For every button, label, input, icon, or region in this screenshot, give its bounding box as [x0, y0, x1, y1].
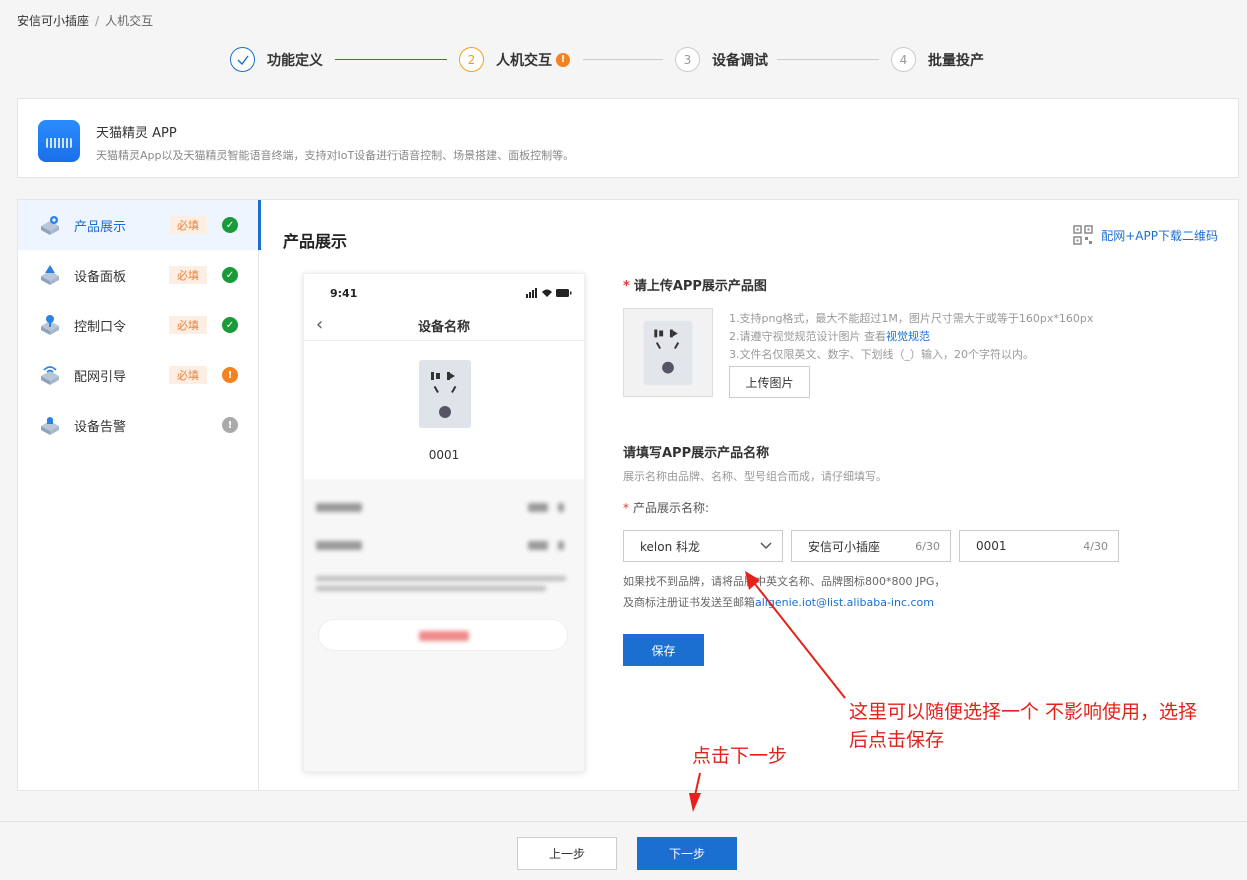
- upload-hint-3: 3.文件名仅限英文、数字、下划线（_）输入，20个字符以内。: [729, 348, 1034, 361]
- sidebar-item-network-guide[interactable]: 配网引导 必填 !: [18, 350, 259, 400]
- step-device-debug[interactable]: 3 设备调试: [675, 47, 768, 72]
- complete-check-icon: ✓: [222, 267, 238, 283]
- save-button[interactable]: 保存: [623, 634, 704, 666]
- phone-preview: 9:41 ‹ 设备名称 0001: [303, 273, 585, 772]
- phone-status-icons: [526, 288, 572, 298]
- blurred-row: [316, 503, 571, 517]
- qr-code-icon: [1073, 225, 1093, 245]
- complete-check-icon: ✓: [222, 217, 238, 233]
- socket-image-icon: [643, 320, 693, 386]
- device-panel-icon: [41, 265, 59, 285]
- sidebar-item-label: 配网引导: [74, 369, 127, 385]
- blurred-row: [316, 541, 571, 555]
- socket-preview-icon: [419, 360, 471, 428]
- chevron-down-icon: [760, 542, 772, 550]
- product-name-value: 安信可小插座: [808, 539, 881, 554]
- product-display-icon: [41, 216, 59, 235]
- brand-note-1: 如果找不到品牌，请将品牌中英文名称、品牌图标800*800 JPG，: [623, 575, 946, 588]
- required-tag: 必填: [169, 316, 207, 334]
- annotation-next-note: 点击下一步: [692, 745, 788, 767]
- step-number: 4: [891, 47, 916, 72]
- phone-device-number: 0001: [428, 448, 460, 462]
- warning-icon: !: [556, 52, 570, 67]
- sidebar-item-device-alarm[interactable]: 设备告警 !: [18, 400, 259, 450]
- step-progress: 功能定义 2 人机交互 ! 3 设备调试 4 批量投产: [230, 47, 990, 73]
- sidebar-item-product-display[interactable]: 产品展示 必填 ✓: [18, 200, 261, 250]
- step-number: 3: [675, 47, 700, 72]
- app-info-card: 天猫精灵 APP 天猫精灵App以及天猫精灵智能语音终端，支持对IoT设备进行语…: [17, 98, 1239, 178]
- device-alarm-icon: [41, 417, 59, 435]
- step-label: 人机交互: [496, 52, 552, 69]
- sidebar-item-label: 设备告警: [74, 419, 127, 435]
- support-email-link[interactable]: aligenie.iot@list.alibaba-inc.com: [755, 596, 934, 609]
- char-counter: 6/30: [915, 539, 940, 553]
- phone-title: 设备名称: [417, 320, 470, 335]
- info-icon: !: [222, 417, 238, 433]
- qr-link-label: 配网+APP下载二维码: [1101, 228, 1218, 243]
- step-connector: [583, 59, 663, 60]
- sidebar-item-label: 控制口令: [74, 319, 127, 335]
- sidebar-item-label: 产品展示: [74, 219, 127, 235]
- network-guide-icon: [41, 366, 59, 385]
- step-label: 功能定义: [267, 52, 323, 69]
- name-section-label: 请填写APP展示产品名称: [623, 446, 770, 461]
- visual-spec-link[interactable]: 视觉规范: [886, 330, 930, 343]
- warning-icon: !: [222, 367, 238, 383]
- blurred-text: [316, 574, 571, 596]
- step-mass-production[interactable]: 4 批量投产: [891, 47, 984, 72]
- breadcrumb-root[interactable]: 安信可小插座: [17, 14, 89, 28]
- sidebar-item-device-panel[interactable]: 设备面板 必填 ✓: [18, 250, 259, 300]
- step-human-interaction[interactable]: 2 人机交互 !: [459, 47, 570, 72]
- breadcrumb-separator: /: [95, 14, 100, 28]
- display-name-label: * 产品展示名称:: [623, 501, 710, 515]
- product-name-input[interactable]: 安信可小插座 6/30: [791, 530, 951, 562]
- annotation-select-note: 这里可以随便选择一个 不影响使用，选择 后点击保存: [849, 701, 1198, 751]
- step-label: 设备调试: [712, 52, 768, 69]
- step-function-definition[interactable]: 功能定义: [230, 47, 323, 72]
- next-step-button[interactable]: 下一步: [637, 837, 737, 870]
- sidebar: 产品展示 必填 ✓ 设备面板 必填 ✓ 控制口令 必填 ✓ 配网引导 必填 !: [18, 200, 261, 790]
- char-counter: 4/30: [1083, 539, 1108, 553]
- brand-select[interactable]: kelon 科龙: [623, 530, 783, 562]
- step-connector: [777, 59, 879, 60]
- step-number: 2: [459, 47, 484, 72]
- brand-note-2: 及商标注册证书发送至邮箱aligenie.iot@list.alibaba-in…: [623, 596, 934, 609]
- upload-hint-2: 2.请遵守视觉规范设计图片 查看视觉规范: [729, 330, 930, 343]
- brand-select-value: kelon 科龙: [640, 539, 701, 554]
- step-label: 批量投产: [928, 52, 984, 69]
- breadcrumb-current: 人机交互: [105, 14, 154, 28]
- qr-code-link[interactable]: 配网+APP下载二维码: [1073, 225, 1218, 245]
- phone-status-time: 9:41: [330, 287, 358, 300]
- step-check-icon: [230, 47, 255, 72]
- name-section-hint: 展示名称由品牌、名称、型号组合而成，请仔细填写。: [623, 470, 887, 483]
- step-connector: [335, 59, 447, 60]
- complete-check-icon: ✓: [222, 317, 238, 333]
- required-tag: 必填: [169, 216, 207, 234]
- breadcrumb: 安信可小插座 / 人机交互: [17, 12, 153, 29]
- app-title: 天猫精灵 APP: [96, 126, 177, 141]
- app-description: 天猫精灵App以及天猫精灵智能语音终端，支持对IoT设备进行语音控制、场景搭建、…: [96, 149, 575, 162]
- section-title: 产品展示: [283, 232, 348, 251]
- required-tag: 必填: [169, 266, 207, 284]
- upload-label: * 请上传APP展示产品图: [623, 279, 767, 294]
- footer-bar: [0, 821, 1247, 880]
- upload-image-button[interactable]: 上传图片: [729, 366, 810, 398]
- sidebar-item-voice-command[interactable]: 控制口令 必填 ✓: [18, 300, 259, 350]
- voice-command-icon: [41, 315, 59, 335]
- previous-step-button[interactable]: 上一步: [517, 837, 617, 870]
- upload-image-preview[interactable]: [623, 308, 713, 397]
- upload-hint-1: 1.支持png格式，最大不能超过1M，图片尺寸需大于或等于160px*160px: [729, 312, 1094, 325]
- blurred-button: [318, 619, 568, 651]
- tmall-genie-app-icon: [38, 120, 80, 162]
- model-value: 0001: [976, 539, 1007, 553]
- sidebar-item-label: 设备面板: [74, 269, 127, 285]
- required-tag: 必填: [169, 366, 207, 384]
- model-input[interactable]: 0001 4/30: [959, 530, 1119, 562]
